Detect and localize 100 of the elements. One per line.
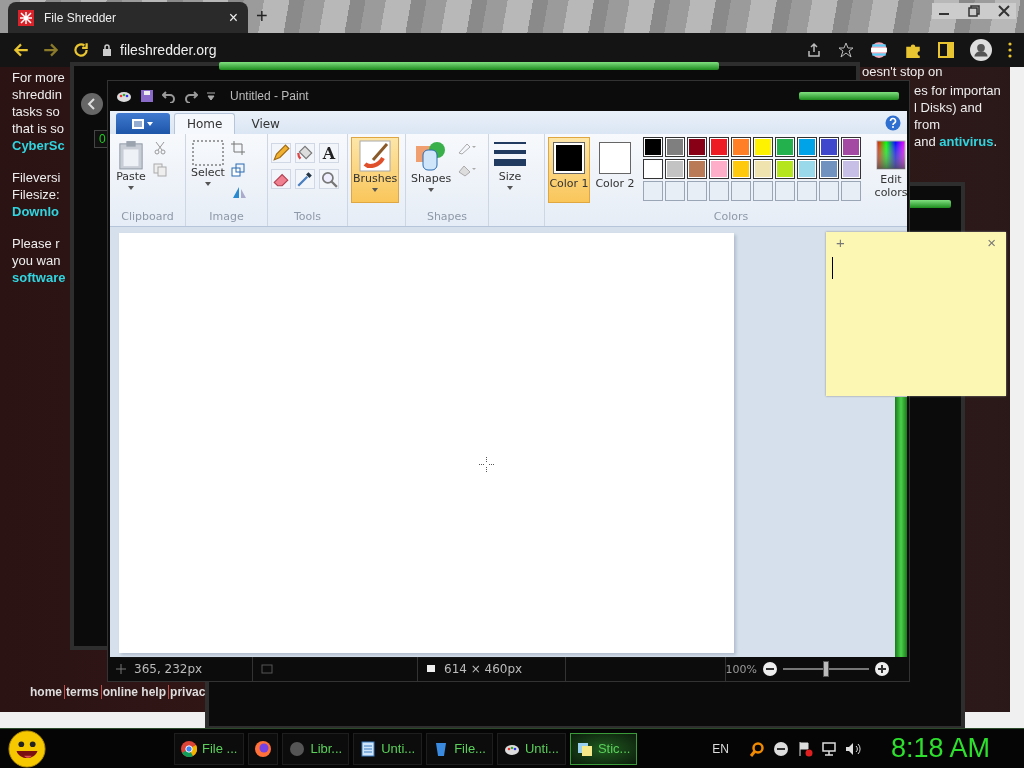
footer-link[interactable]: online help <box>100 685 169 699</box>
color-swatch[interactable] <box>731 159 751 179</box>
close-icon[interactable] <box>998 5 1010 17</box>
reload-icon[interactable] <box>72 41 90 59</box>
help-icon[interactable] <box>885 114 901 131</box>
shapes-button[interactable]: Shapes <box>409 137 454 203</box>
empty-swatch[interactable] <box>841 181 861 201</box>
empty-swatch[interactable] <box>731 181 751 201</box>
color-slot-button[interactable]: Color 1 <box>548 137 590 203</box>
browser-tab[interactable]: File Shredder × <box>8 2 248 33</box>
color-swatch[interactable] <box>687 137 707 157</box>
color-swatch[interactable] <box>665 137 685 157</box>
color-swatch[interactable] <box>775 159 795 179</box>
search-icon[interactable] <box>748 740 765 757</box>
smiley-start-icon[interactable] <box>8 729 46 768</box>
ribbon-tab[interactable]: View <box>239 113 292 134</box>
color-swatch[interactable] <box>753 159 773 179</box>
taskbar-button[interactable]: Unti... <box>353 732 423 765</box>
color-swatch[interactable] <box>643 137 663 157</box>
save-icon[interactable] <box>140 89 154 103</box>
new-tab-button[interactable]: + <box>256 5 268 28</box>
color-swatch[interactable] <box>709 159 729 179</box>
text-tool-button[interactable]: A <box>319 143 339 163</box>
color-swatch[interactable] <box>753 137 773 157</box>
taskbar-button[interactable]: Stic... <box>569 732 638 765</box>
horizontal-scrollbar[interactable] <box>0 712 205 728</box>
taskbar-button[interactable]: File ... <box>174 732 245 765</box>
brushes-button[interactable]: Brushes <box>351 137 400 203</box>
striped-circle-icon[interactable] <box>870 41 888 59</box>
app-menu-button[interactable] <box>116 113 170 134</box>
language-indicator[interactable]: EN <box>712 741 729 756</box>
magnifier-icon[interactable] <box>319 169 339 189</box>
empty-swatch[interactable] <box>709 181 729 201</box>
color-swatch[interactable] <box>797 159 817 179</box>
color-swatch[interactable] <box>643 159 663 179</box>
scrollbar-right-end[interactable] <box>965 712 1024 728</box>
taskbar-button[interactable] <box>248 732 279 765</box>
close-tab-button[interactable]: × <box>228 8 238 27</box>
footer-link[interactable]: terms <box>64 685 101 699</box>
page-link[interactable]: software <box>12 269 70 286</box>
empty-swatch[interactable] <box>797 181 817 201</box>
paint-bucket-icon[interactable] <box>295 143 315 163</box>
crop-icon[interactable] <box>230 141 245 155</box>
redo-icon[interactable] <box>184 89 198 103</box>
page-link[interactable]: CyberSc <box>12 137 70 154</box>
pencil-icon[interactable] <box>271 143 291 163</box>
color-swatch[interactable] <box>841 159 861 179</box>
slider-thumb[interactable] <box>823 661 829 677</box>
color-swatch[interactable] <box>665 159 685 179</box>
share-icon[interactable] <box>806 42 822 58</box>
notepad-icon <box>360 740 377 757</box>
sidebar-icon[interactable] <box>938 42 954 58</box>
network-icon[interactable] <box>820 740 837 757</box>
profile-icon[interactable] <box>970 39 992 61</box>
vertical-scrollbar[interactable] <box>1010 67 1024 712</box>
edit-colors-button[interactable]: Edit colors <box>868 137 914 203</box>
color-swatch[interactable] <box>797 137 817 157</box>
page-link[interactable]: Downlo <box>12 203 70 220</box>
color-swatch[interactable] <box>819 159 839 179</box>
rotate-icon[interactable] <box>230 185 249 199</box>
ribbon-tab[interactable]: Home <box>174 113 236 134</box>
color-swatch[interactable] <box>709 137 729 157</box>
color-picker-icon[interactable] <box>295 169 315 189</box>
empty-swatch[interactable] <box>665 181 685 201</box>
color-swatch[interactable] <box>841 137 861 157</box>
zoom-out-icon[interactable] <box>763 662 777 676</box>
back-arrow-icon[interactable] <box>12 41 30 59</box>
taskbar-button[interactable]: File... <box>426 732 493 765</box>
eraser-icon[interactable] <box>271 169 291 189</box>
add-note-button[interactable]: + <box>836 234 845 251</box>
paste-button[interactable]: Paste <box>113 137 149 203</box>
forward-arrow-icon[interactable] <box>42 41 60 59</box>
taskbar-button[interactable]: Libr... <box>282 732 350 765</box>
back-round-icon[interactable] <box>80 92 104 116</box>
dropdown-icon[interactable] <box>206 91 216 101</box>
menu-icon[interactable] <box>1008 42 1012 58</box>
restore-icon[interactable] <box>968 5 980 17</box>
empty-swatch[interactable] <box>819 181 839 201</box>
taskbar-button[interactable]: Unti... <box>496 732 566 765</box>
star-icon[interactable] <box>838 42 854 58</box>
flag-x-icon[interactable] <box>796 740 813 757</box>
undo-icon[interactable] <box>162 89 176 103</box>
empty-swatch[interactable] <box>687 181 707 201</box>
resize-icon[interactable] <box>230 163 245 177</box>
color-swatch[interactable] <box>819 137 839 157</box>
size-button[interactable]: Size <box>492 137 528 203</box>
empty-swatch[interactable] <box>753 181 773 201</box>
select-button[interactable]: Select <box>189 137 227 203</box>
empty-swatch[interactable] <box>643 181 663 201</box>
color-swatch[interactable] <box>775 137 795 157</box>
zoom-in-icon[interactable] <box>875 662 889 676</box>
footer-link[interactable]: home <box>30 685 64 699</box>
address-text[interactable]: fileshredder.org <box>120 42 217 58</box>
minus-circle-icon[interactable] <box>772 740 789 757</box>
color-swatch[interactable] <box>731 137 751 157</box>
page-link[interactable]: antivirus <box>939 134 994 149</box>
color-swatch[interactable] <box>687 159 707 179</box>
empty-swatch[interactable] <box>775 181 795 201</box>
close-note-button[interactable]: × <box>987 234 996 251</box>
color-slot-button[interactable]: Color 2 <box>594 137 636 203</box>
